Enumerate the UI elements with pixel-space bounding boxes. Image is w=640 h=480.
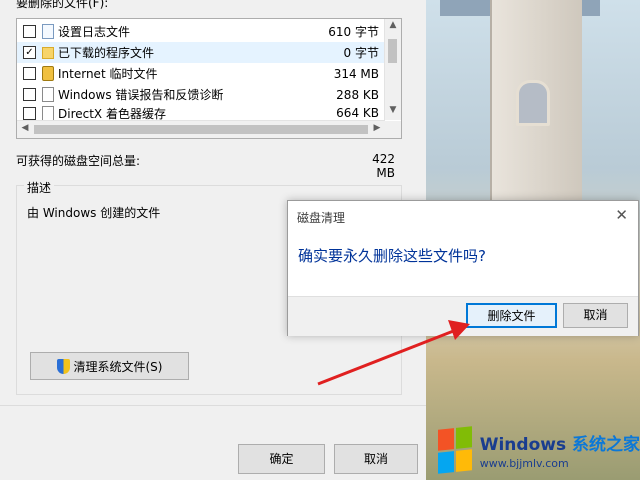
watermark: Windows 系统之家 www.bjjmlv.com xyxy=(438,420,640,480)
document-icon xyxy=(42,105,54,121)
folder-icon xyxy=(42,46,54,59)
file-size: 288 KB xyxy=(336,87,379,102)
clean-system-files-button[interactable]: 清理系统文件(S) xyxy=(30,352,189,380)
wallpaper-window xyxy=(516,80,550,126)
file-name: Windows 错误报告和反馈诊断 xyxy=(58,88,224,102)
checkbox[interactable] xyxy=(23,67,36,80)
checkbox[interactable] xyxy=(23,88,36,101)
files-to-delete-label: 要删除的文件(F): xyxy=(16,0,109,10)
list-item[interactable]: Windows 错误报告和反馈诊断 288 KB xyxy=(17,84,385,105)
cancel-button[interactable]: 取消 xyxy=(334,444,418,474)
checkbox[interactable] xyxy=(23,25,36,38)
space-gained-value: 422 MB xyxy=(372,152,395,180)
document-icon xyxy=(42,87,54,102)
watermark-brand: Windows xyxy=(479,435,567,455)
scrollbar-corner xyxy=(385,121,401,138)
confirm-cancel-button[interactable]: 取消 xyxy=(563,303,628,328)
clean-system-files-label: 清理系统文件(S) xyxy=(73,359,163,374)
file-name: 设置日志文件 xyxy=(58,25,131,39)
file-size: 664 KB xyxy=(336,106,379,120)
watermark-url: www.bjjmlv.com xyxy=(479,457,569,470)
file-size: 610 字节 xyxy=(328,25,379,39)
space-gained-label: 可获得的磁盘空间总量: xyxy=(16,154,141,168)
description-title: 描述 xyxy=(24,179,55,196)
close-icon[interactable]: ✕ xyxy=(615,206,628,224)
delete-files-button[interactable]: 删除文件 xyxy=(466,303,557,328)
file-name: Internet 临时文件 xyxy=(58,67,158,81)
list-item[interactable]: Internet 临时文件 314 MB xyxy=(17,63,385,84)
list-item[interactable]: ✓ 已下载的程序文件 0 字节 xyxy=(17,42,385,63)
file-size: 0 字节 xyxy=(343,46,379,60)
file-list[interactable]: 设置日志文件 610 字节 ✓ 已下载的程序文件 0 字节 Internet 临… xyxy=(16,18,402,139)
vertical-scrollbar[interactable]: ▲ ▼ xyxy=(384,19,401,120)
shield-icon xyxy=(56,358,70,374)
vertical-scroll-thumb[interactable] xyxy=(388,39,397,63)
dialog-title: 磁盘清理 xyxy=(297,211,346,225)
description-text: 由 Windows 创建的文件 xyxy=(27,206,161,220)
file-name: 已下载的程序文件 xyxy=(58,46,155,60)
watermark-brand-suffix: 系统之家 xyxy=(572,435,640,455)
windows-logo-icon xyxy=(438,426,472,474)
document-icon xyxy=(42,24,54,39)
scroll-left-icon[interactable]: ◀ xyxy=(17,123,33,133)
watermark-title: Windows 系统之家 xyxy=(480,430,640,455)
horizontal-scroll-thumb[interactable] xyxy=(34,125,368,134)
horizontal-scrollbar[interactable]: ◀ ▶ xyxy=(17,120,385,138)
list-item[interactable]: DirectX 着色器缓存 664 KB xyxy=(17,105,385,121)
scroll-right-icon[interactable]: ▶ xyxy=(369,123,385,133)
scroll-down-icon[interactable]: ▼ xyxy=(385,105,401,115)
file-name: DirectX 着色器缓存 xyxy=(58,106,166,121)
lock-icon xyxy=(42,66,54,81)
ok-button[interactable]: 确定 xyxy=(238,444,325,474)
list-item[interactable]: 设置日志文件 610 字节 xyxy=(17,21,385,42)
divider xyxy=(0,405,426,406)
confirm-delete-dialog: 磁盘清理 ✕ 确实要永久删除这些文件吗? 删除文件 取消 xyxy=(287,200,639,336)
confirm-message: 确实要永久删除这些文件吗? xyxy=(298,247,486,265)
file-size: 314 MB xyxy=(333,66,379,81)
checkbox-checked[interactable]: ✓ xyxy=(23,46,36,59)
scroll-up-icon[interactable]: ▲ xyxy=(385,20,401,30)
checkbox[interactable] xyxy=(23,106,36,120)
